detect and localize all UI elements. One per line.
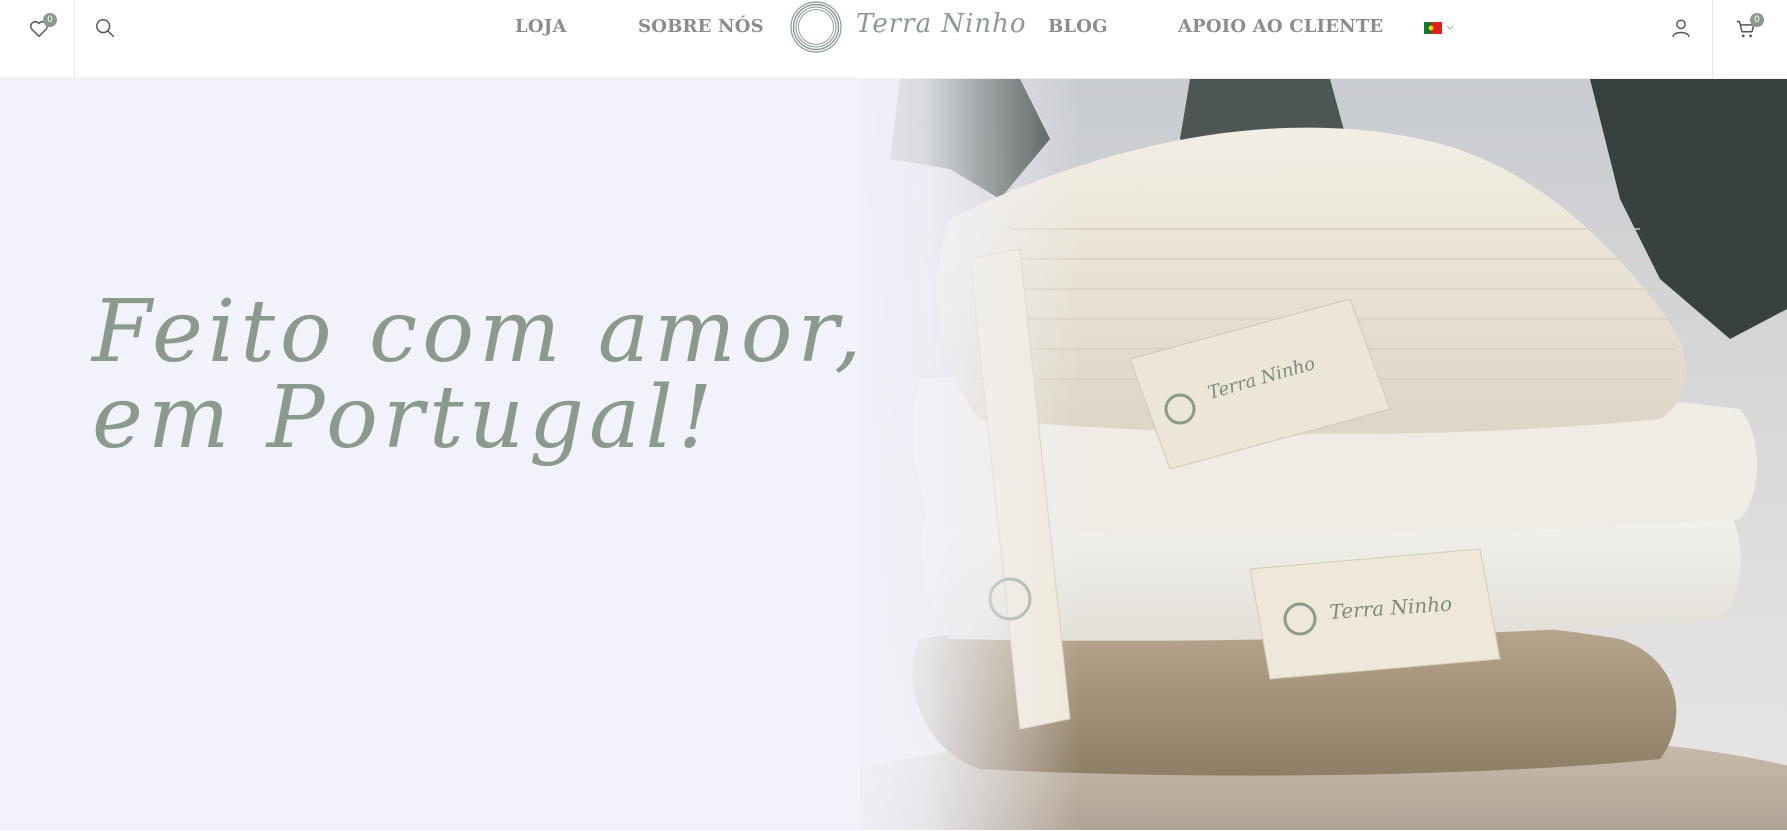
- product-label-2: Terra Ninho: [1249, 548, 1501, 680]
- header-right-panel: 0: [1712, 0, 1787, 78]
- cart-button[interactable]: 0: [1735, 13, 1764, 44]
- hero-headline: Feito com amor, em Portugal!: [92, 289, 866, 461]
- logo-rings-icon: [790, 1, 842, 53]
- site-header: 0 LOJA SOBRE NÓS Terra Ninho BLOG APOIO …: [0, 0, 1787, 79]
- flag-portugal-icon: [1424, 22, 1442, 34]
- search-icon: [96, 19, 114, 37]
- user-icon: [1672, 19, 1690, 37]
- hero-headline-line1: Feito com amor,: [92, 282, 867, 382]
- wishlist-count-badge: 0: [43, 13, 57, 27]
- site-logo[interactable]: Terra Ninho: [786, 0, 1026, 56]
- nav-shop[interactable]: LOJA: [515, 16, 567, 37]
- account-button[interactable]: [1670, 17, 1692, 39]
- search-button[interactable]: [94, 17, 116, 39]
- hero-banner: Terra Ninho Terra Ninho Feito com amor, …: [0, 79, 1787, 830]
- header-left-panel: 0: [0, 0, 75, 78]
- hero-headline-line2: em Portugal!: [92, 368, 718, 468]
- nav-support[interactable]: APOIO AO CLIENTE: [1178, 16, 1383, 37]
- chevron-down-icon: [1446, 25, 1454, 30]
- wishlist-button[interactable]: 0: [28, 13, 57, 44]
- nav-about[interactable]: SOBRE NÓS: [638, 16, 764, 37]
- logo-wordmark: Terra Ninho: [856, 9, 1027, 39]
- nav-blog[interactable]: BLOG: [1048, 16, 1108, 37]
- cart-count-badge: 0: [1750, 13, 1764, 27]
- language-selector[interactable]: [1424, 21, 1464, 35]
